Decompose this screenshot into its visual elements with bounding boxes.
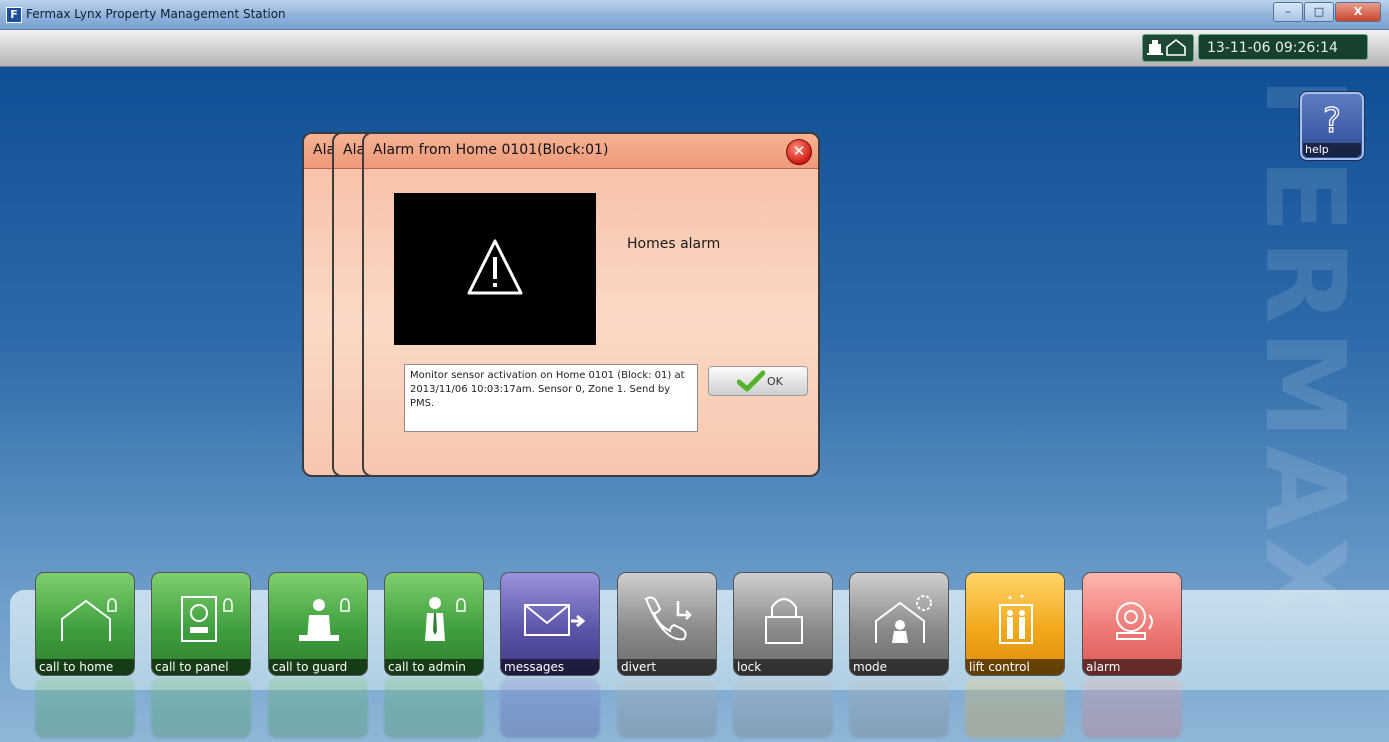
dock-tile-call-to-guard[interactable]: call to guard bbox=[268, 572, 368, 676]
warning-triangle-icon bbox=[467, 239, 523, 295]
camera-preview bbox=[394, 193, 596, 345]
dock-tile-lock[interactable]: lock bbox=[733, 572, 833, 676]
window-title-bar: F Fermax Lynx Property Management Statio… bbox=[0, 0, 1389, 30]
dock-tile-messages[interactable]: messages bbox=[500, 572, 600, 676]
dock-tile-reflection bbox=[849, 678, 949, 738]
dock-tile-call-to-panel[interactable]: call to panel bbox=[151, 572, 251, 676]
dock-tile-label: call to admin bbox=[385, 659, 483, 675]
phone-divert-icon bbox=[644, 596, 692, 641]
ok-button[interactable]: OK bbox=[708, 366, 808, 396]
dock-tile-label: divert bbox=[618, 659, 716, 675]
close-window-button[interactable]: X bbox=[1335, 2, 1381, 22]
dock-tile-label: call to home bbox=[36, 659, 134, 675]
ok-label: OK bbox=[767, 375, 783, 388]
dock-tile-reflection bbox=[1082, 678, 1182, 738]
window-controls: – □ X bbox=[1273, 2, 1381, 22]
panel-bell-icon bbox=[181, 596, 233, 642]
help-button[interactable]: ? help bbox=[1299, 91, 1365, 161]
dock-tile-label: messages bbox=[501, 659, 599, 675]
dock-tile-reflection bbox=[500, 678, 600, 738]
dock-tile-alarm[interactable]: alarm bbox=[1082, 572, 1182, 676]
dock-tile-reflection bbox=[151, 678, 251, 738]
maximize-button[interactable]: □ bbox=[1304, 2, 1334, 22]
question-mark-icon: ? bbox=[1322, 100, 1341, 141]
minimize-button[interactable]: – bbox=[1273, 2, 1303, 22]
dock-tile-label: call to guard bbox=[269, 659, 367, 675]
dock-tile-label: mode bbox=[850, 659, 948, 675]
elevator-icon bbox=[999, 595, 1033, 644]
dialog-header: Alarm from Home 0101(Block:01) ✕ bbox=[364, 134, 818, 169]
status-bar: 13-11-06 09:26:14 bbox=[0, 30, 1389, 67]
alarm-message-text: Monitor sensor activation on Home 0101 (… bbox=[404, 364, 698, 432]
alarm-dialog: Alarm from Home 0101(Block:01) ✕ Homes a… bbox=[362, 132, 820, 477]
guard-bell-icon bbox=[299, 598, 350, 641]
dock-tile-lift-control[interactable]: lift control bbox=[965, 572, 1065, 676]
dock-tile-label: call to panel bbox=[152, 659, 250, 675]
dock-tile-reflection bbox=[733, 678, 833, 738]
alarm-bell-icon bbox=[1116, 602, 1153, 640]
admin-bell-icon bbox=[425, 597, 466, 641]
dock-tile-reflection bbox=[35, 678, 135, 738]
dialog-title: Alarm from Home 0101(Block:01) bbox=[373, 142, 609, 158]
connection-status-icon bbox=[1142, 34, 1194, 62]
dock-tile-divert[interactable]: divert bbox=[617, 572, 717, 676]
dock-tile-reflection bbox=[268, 678, 368, 738]
envelope-icon bbox=[524, 604, 585, 636]
house-bell-icon bbox=[61, 598, 117, 641]
house-gear-icon bbox=[875, 595, 932, 643]
alarm-type-label: Homes alarm bbox=[627, 236, 721, 252]
dock-tile-reflection bbox=[384, 678, 484, 738]
dock-tile-reflection bbox=[965, 678, 1065, 738]
dialog-close-button[interactable]: ✕ bbox=[786, 139, 812, 165]
padlock-icon bbox=[765, 598, 803, 644]
dock-tile-label: alarm bbox=[1083, 659, 1181, 675]
checkmark-icon bbox=[737, 370, 765, 392]
dock-tile-reflection bbox=[617, 678, 717, 738]
svg-text:?: ? bbox=[1323, 101, 1341, 141]
dock-tile-label: lift control bbox=[966, 659, 1064, 675]
app-logo-icon: F bbox=[6, 7, 22, 23]
dock-tile-label: lock bbox=[734, 659, 832, 675]
dock-tile-call-to-admin[interactable]: call to admin bbox=[384, 572, 484, 676]
help-label: help bbox=[1303, 143, 1361, 157]
datetime-display: 13-11-06 09:26:14 bbox=[1198, 34, 1368, 60]
dock-tile-mode[interactable]: mode bbox=[849, 572, 949, 676]
window-title: Fermax Lynx Property Management Station bbox=[26, 7, 286, 21]
dock-tile-call-to-home[interactable]: call to home bbox=[35, 572, 135, 676]
